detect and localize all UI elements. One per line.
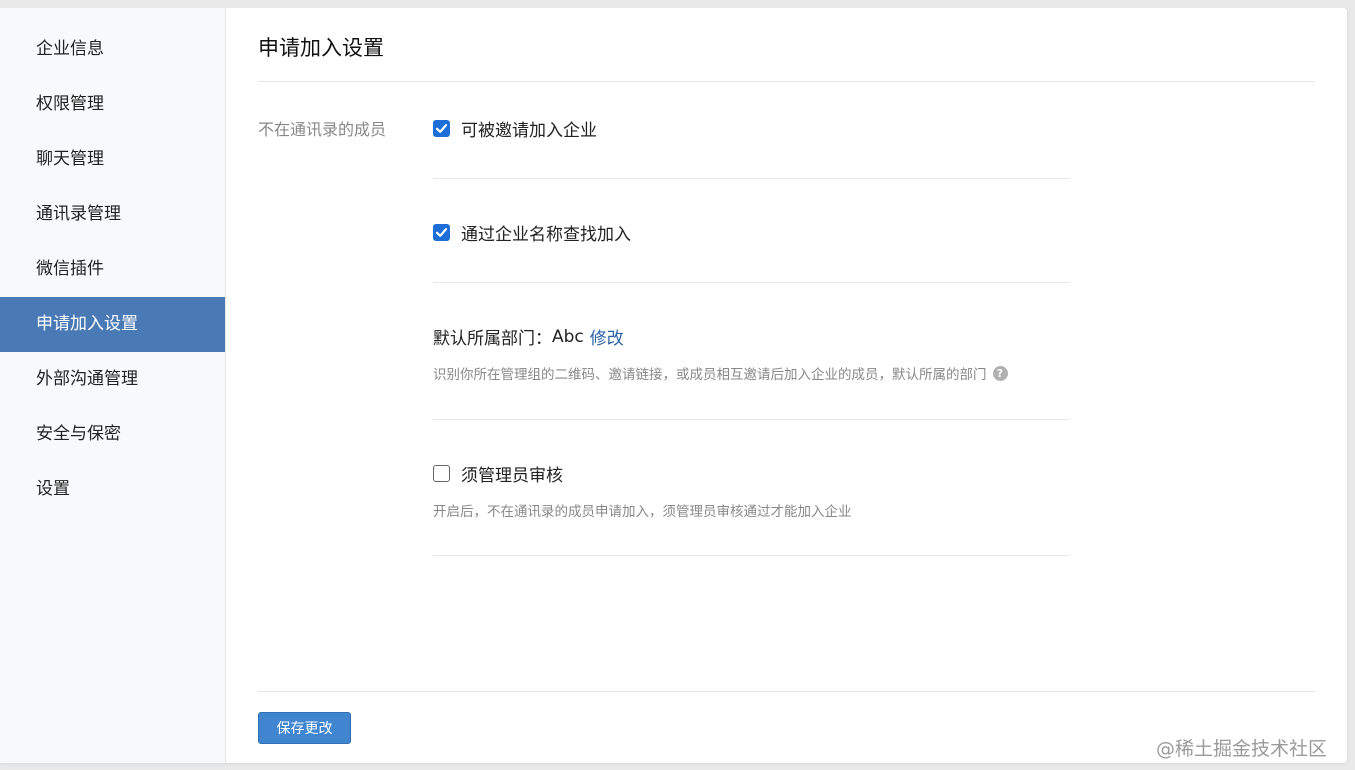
option-invite: 可被邀请加入企业 bbox=[433, 116, 1070, 141]
sidebar-item-contacts[interactable]: 通讯录管理 bbox=[0, 187, 225, 242]
watermark: @稀土掘金技术社区 bbox=[1155, 738, 1327, 760]
divider bbox=[433, 555, 1070, 556]
help-icon[interactable]: ? bbox=[992, 365, 1008, 381]
search-by-name-checkbox[interactable] bbox=[433, 224, 450, 241]
main-content: 申请加入设置 不在通讯录的成员 可被邀请加入企业 通过企业名称查找加入 默认所属… bbox=[258, 8, 1315, 763]
admin-review-label[interactable]: 须管理员审核 bbox=[461, 461, 563, 486]
divider bbox=[433, 419, 1070, 420]
check-icon bbox=[435, 228, 448, 237]
title-divider bbox=[258, 81, 1315, 82]
default-dept-value: Abc bbox=[552, 326, 584, 347]
default-dept-label: 默认所属部门： bbox=[433, 329, 552, 349]
default-department: 默认所属部门： Abc 修改 识别你所在管理组的二维码、邀请链接，或成员相互邀请… bbox=[433, 324, 1070, 383]
sidebar-item-settings[interactable]: 设置 bbox=[0, 462, 225, 517]
invite-checkbox[interactable] bbox=[433, 120, 450, 137]
footer-divider bbox=[258, 691, 1315, 692]
default-dept-description: 识别你所在管理组的二维码、邀请链接，或成员相互邀请后加入企业的成员，默认所属的部… bbox=[433, 367, 987, 383]
sidebar-item-permissions[interactable]: 权限管理 bbox=[0, 77, 225, 132]
sidebar: 企业信息 权限管理 聊天管理 通讯录管理 微信插件 申请加入设置 外部沟通管理 … bbox=[0, 8, 226, 763]
admin-review-checkbox[interactable] bbox=[433, 465, 450, 482]
check-icon bbox=[435, 124, 448, 133]
divider bbox=[433, 282, 1070, 283]
sidebar-item-join-settings[interactable]: 申请加入设置 bbox=[0, 297, 225, 352]
edit-dept-link[interactable]: 修改 bbox=[590, 324, 624, 349]
page-title: 申请加入设置 bbox=[258, 36, 384, 60]
sidebar-item-chat[interactable]: 聊天管理 bbox=[0, 132, 225, 187]
admin-review-description: 开启后，不在通讯录的成员申请加入，须管理员审核通过才能加入企业 bbox=[433, 504, 852, 520]
app-frame: 企业信息 权限管理 聊天管理 通讯录管理 微信插件 申请加入设置 外部沟通管理 … bbox=[0, 8, 1347, 763]
sidebar-item-security[interactable]: 安全与保密 bbox=[0, 407, 225, 462]
option-search-by-name: 通过企业名称查找加入 bbox=[433, 220, 1070, 245]
save-button[interactable]: 保存更改 bbox=[258, 712, 351, 744]
section-label: 不在通讯录的成员 bbox=[258, 120, 387, 139]
sidebar-item-company-info[interactable]: 企业信息 bbox=[0, 22, 225, 77]
invite-label[interactable]: 可被邀请加入企业 bbox=[461, 116, 597, 141]
sidebar-item-wechat-plugin[interactable]: 微信插件 bbox=[0, 242, 225, 297]
option-admin-review: 须管理员审核 开启后，不在通讯录的成员申请加入，须管理员审核通过才能加入企业 bbox=[433, 461, 1070, 520]
divider bbox=[433, 178, 1070, 179]
search-by-name-label[interactable]: 通过企业名称查找加入 bbox=[461, 220, 631, 245]
sidebar-item-external[interactable]: 外部沟通管理 bbox=[0, 352, 225, 407]
